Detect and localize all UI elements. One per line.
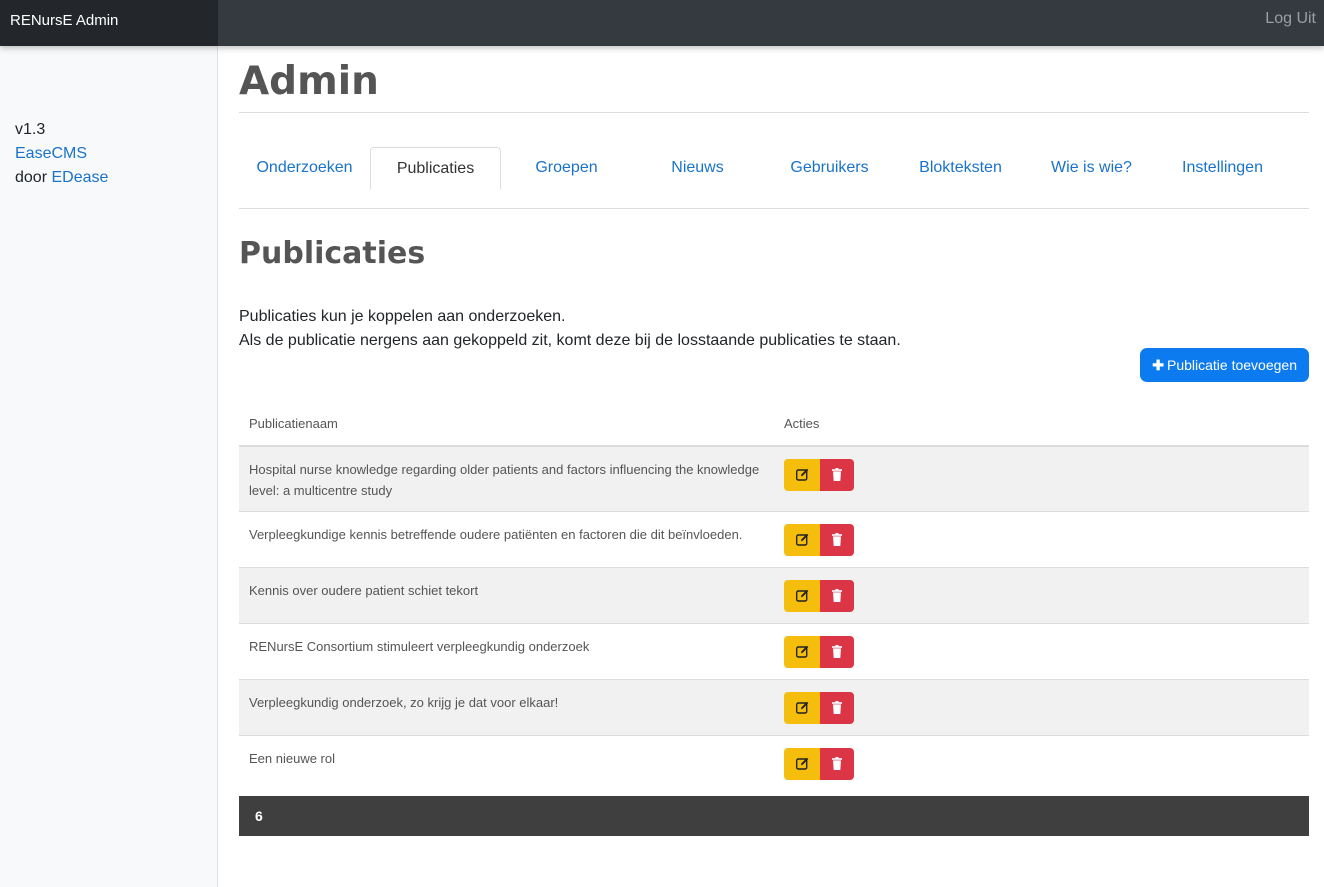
- trash-icon: [832, 757, 842, 770]
- section-title: Publicaties: [239, 236, 426, 271]
- edit-button[interactable]: [784, 692, 820, 724]
- row-actions: [774, 567, 1309, 624]
- tab-blokteksten[interactable]: Blokteksten: [895, 147, 1026, 190]
- tab-groepen[interactable]: Groepen: [501, 147, 632, 190]
- trash-icon: [832, 533, 842, 546]
- tab-bar: Onderzoeken Publicaties Groepen Nieuws G…: [239, 113, 1309, 209]
- row-actions: [774, 679, 1309, 736]
- delete-button[interactable]: [820, 524, 854, 556]
- tab-wie-is-wie[interactable]: Wie is wie?: [1026, 147, 1157, 190]
- delete-button[interactable]: [820, 692, 854, 724]
- table-row: Hospital nurse knowledge regarding older…: [239, 445, 1309, 512]
- publication-name: RENursE Consortium stimuleert verpleegku…: [239, 623, 774, 680]
- table-row: Kennis over oudere patient schiet tekort: [239, 567, 1309, 624]
- delete-button[interactable]: [820, 580, 854, 612]
- pen-square-icon: [796, 645, 809, 658]
- trash-icon: [832, 701, 842, 714]
- edit-button[interactable]: [784, 524, 820, 556]
- publications-table: Publicatienaam Acties Hospital nurse kno…: [239, 402, 1309, 792]
- edit-button[interactable]: [784, 636, 820, 668]
- pen-square-icon: [796, 757, 809, 770]
- pen-square-icon: [796, 701, 809, 714]
- add-publication-label: Publicatie toevoegen: [1167, 357, 1297, 373]
- edit-button[interactable]: [784, 748, 820, 780]
- publication-name: Hospital nurse knowledge regarding older…: [239, 445, 774, 512]
- table-row: RENursE Consortium stimuleert verpleegku…: [239, 623, 1309, 680]
- tab-onderzoeken[interactable]: Onderzoeken: [239, 147, 370, 190]
- publication-name: Verpleegkundig onderzoek, zo krijg je da…: [239, 679, 774, 736]
- row-actions: [774, 445, 1309, 512]
- trash-icon: [832, 589, 842, 602]
- brand-title[interactable]: RENursE Admin: [0, 0, 218, 46]
- edit-button[interactable]: [784, 459, 820, 491]
- logout-link[interactable]: Log Uit: [1265, 10, 1316, 28]
- edease-link[interactable]: EDease: [51, 169, 108, 186]
- plus-icon: ✚: [1152, 357, 1164, 373]
- tab-instellingen[interactable]: Instellingen: [1157, 147, 1288, 190]
- column-header-actions: Acties: [774, 402, 1309, 447]
- table-header-row: Publicatienaam Acties: [239, 402, 1309, 447]
- easecms-link[interactable]: EaseCMS: [15, 145, 87, 162]
- description: Publicaties kun je koppelen aan onderzoe…: [239, 305, 1309, 353]
- publication-name: Een nieuwe rol: [239, 735, 774, 792]
- description-line-1: Publicaties kun je koppelen aan onderzoe…: [239, 308, 566, 325]
- add-publication-button[interactable]: ✚ Publicatie toevoegen: [1140, 348, 1309, 382]
- version-label: v1.3: [15, 121, 46, 138]
- column-header-name: Publicatienaam: [239, 402, 774, 447]
- delete-button[interactable]: [820, 636, 854, 668]
- publication-name: Kennis over oudere patient schiet tekort: [239, 567, 774, 624]
- trash-icon: [832, 468, 842, 481]
- tab-publicaties[interactable]: Publicaties: [370, 147, 501, 190]
- pen-square-icon: [796, 468, 809, 481]
- row-actions: [774, 735, 1309, 792]
- main-content: Admin Onderzoeken Publicaties Groepen Ni…: [239, 46, 1309, 836]
- pen-square-icon: [796, 589, 809, 602]
- trash-icon: [832, 645, 842, 658]
- sidebar-info: v1.3 EaseCMS door EDease: [15, 118, 108, 190]
- row-actions: [774, 623, 1309, 680]
- table-row: Verpleegkundige kennis betreffende ouder…: [239, 511, 1309, 568]
- delete-button[interactable]: [820, 459, 854, 491]
- publication-name: Verpleegkundige kennis betreffende ouder…: [239, 511, 774, 568]
- table-footer-count: 6: [239, 796, 1309, 836]
- row-actions: [774, 511, 1309, 568]
- tab-gebruikers[interactable]: Gebruikers: [764, 147, 895, 190]
- delete-button[interactable]: [820, 748, 854, 780]
- tab-nieuws[interactable]: Nieuws: [632, 147, 763, 190]
- sidebar: v1.3 EaseCMS door EDease: [0, 46, 218, 887]
- edit-button[interactable]: [784, 580, 820, 612]
- page-title: Admin: [239, 60, 1309, 113]
- table-row: Een nieuwe rol: [239, 735, 1309, 792]
- table-row: Verpleegkundig onderzoek, zo krijg je da…: [239, 679, 1309, 736]
- by-label: door: [15, 169, 48, 186]
- pen-square-icon: [796, 533, 809, 546]
- top-navbar: RENursE Admin Log Uit: [0, 0, 1324, 46]
